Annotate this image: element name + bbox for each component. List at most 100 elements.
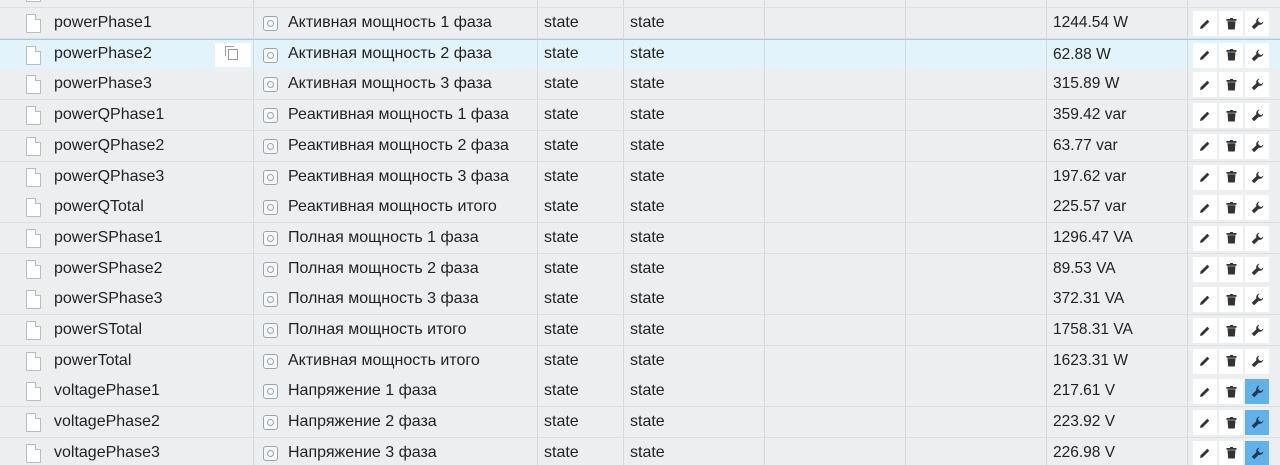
object-name: Напряжение 1 фаза <box>288 382 437 400</box>
edit-button[interactable] <box>1193 225 1217 251</box>
table-row-voltagePhase3[interactable]: voltagePhase3 Напряжение 3 фаза state st… <box>0 437 1280 465</box>
table-row-voltagePhase1[interactable]: voltagePhase1 Напряжение 1 фаза state st… <box>0 376 1280 408</box>
copy-id-button[interactable] <box>215 42 251 67</box>
type-cell: state <box>538 345 624 376</box>
delete-button[interactable] <box>1219 72 1243 98</box>
delete-button[interactable] <box>1219 195 1243 221</box>
role-cell: state <box>624 345 765 376</box>
function-cell <box>906 437 1047 465</box>
delete-button[interactable] <box>1219 318 1243 343</box>
custom-settings-button[interactable] <box>1245 287 1269 313</box>
object-name: Напряжение 2 фаза <box>288 413 437 431</box>
room-cell <box>765 345 906 376</box>
edit-button[interactable] <box>1193 440 1217 465</box>
edit-button[interactable] <box>1193 410 1217 436</box>
table-row-powerQTotal[interactable]: powerQTotal Реактивная мощность итого st… <box>0 192 1280 224</box>
object-value: 359.42 var <box>1053 106 1127 124</box>
custom-settings-button[interactable] <box>1245 440 1269 465</box>
function-cell <box>906 130 1047 161</box>
delete-button[interactable] <box>1219 11 1243 36</box>
role-cell: state <box>624 69 765 100</box>
edit-button[interactable] <box>1193 72 1217 98</box>
edit-button[interactable] <box>1193 256 1217 282</box>
name-cell: Полная мощность 2 фаза <box>254 253 538 284</box>
id-cell: powerSPhase3 <box>0 284 254 315</box>
table-row-powerSPhase2[interactable]: powerSPhase2 Полная мощность 2 фаза stat… <box>0 253 1280 285</box>
room-cell <box>765 100 906 131</box>
edit-button[interactable] <box>1193 348 1217 374</box>
table-row-powerPhase2[interactable]: powerPhase2 Активная мощность 2 фаза sta… <box>0 38 1280 70</box>
object-type: state <box>544 228 579 246</box>
table-row-powerPhase3[interactable]: powerPhase3 Активная мощность 3 фаза sta… <box>0 69 1280 101</box>
file-icon <box>26 106 41 126</box>
delete-button[interactable] <box>1219 440 1243 465</box>
table-row-powerQPhase1[interactable]: powerQPhase1 Реактивная мощность 1 фаза … <box>0 100 1280 132</box>
edit-button[interactable] <box>1193 318 1217 343</box>
edit-button[interactable] <box>1193 287 1217 313</box>
edit-button[interactable] <box>1193 11 1217 36</box>
id-cell: powerSPhase1 <box>0 222 254 253</box>
table-row-powerSPhase1[interactable]: powerSPhase1 Полная мощность 1 фаза stat… <box>0 222 1280 254</box>
custom-settings-button[interactable] <box>1245 164 1269 190</box>
object-name: Реактивная мощность 2 фаза <box>288 136 509 154</box>
table-row-partial[interactable]: powerQ... <box>0 0 1280 8</box>
delete-button[interactable] <box>1219 103 1243 129</box>
actions-cell <box>1188 438 1280 465</box>
state-icon <box>263 47 278 63</box>
object-id: powerQPhase1 <box>54 106 165 124</box>
delete-button[interactable] <box>1219 225 1243 251</box>
table-row-powerTotal[interactable]: powerTotal Активная мощность итого state… <box>0 345 1280 377</box>
delete-button[interactable] <box>1219 287 1243 313</box>
table-row-powerSPhase3[interactable]: powerSPhase3 Полная мощность 3 фаза stat… <box>0 284 1280 316</box>
custom-settings-button[interactable] <box>1245 133 1269 159</box>
table-row-powerPhase1[interactable]: powerPhase1 Активная мощность 1 фаза sta… <box>0 8 1280 39</box>
custom-settings-button[interactable] <box>1245 410 1269 436</box>
table-row-voltagePhase2[interactable]: voltagePhase2 Напряжение 2 фаза state st… <box>0 407 1280 439</box>
type-cell: state <box>538 130 624 161</box>
custom-settings-button[interactable] <box>1245 103 1269 129</box>
delete-button[interactable] <box>1219 410 1243 436</box>
object-type: state <box>544 136 579 154</box>
delete-button[interactable] <box>1219 256 1243 282</box>
role-cell: state <box>624 376 765 407</box>
delete-button[interactable] <box>1219 42 1243 68</box>
state-icon <box>263 230 278 246</box>
table-row-powerQPhase2[interactable]: powerQPhase2 Реактивная мощность 2 фаза … <box>0 130 1280 162</box>
function-cell <box>906 315 1047 345</box>
delete-button[interactable] <box>1219 348 1243 374</box>
function-cell <box>906 161 1047 192</box>
edit-button[interactable] <box>1193 42 1217 68</box>
edit-button[interactable] <box>1193 164 1217 190</box>
edit-button[interactable] <box>1193 133 1217 159</box>
object-role: state <box>630 75 665 93</box>
custom-settings-button[interactable] <box>1245 256 1269 282</box>
object-type: state <box>544 75 579 93</box>
custom-settings-button[interactable] <box>1245 11 1269 36</box>
edit-button[interactable] <box>1193 379 1217 405</box>
delete-button[interactable] <box>1219 379 1243 405</box>
trash-icon <box>1226 385 1236 398</box>
object-type: state <box>544 290 579 308</box>
table-row-powerQPhase3[interactable]: powerQPhase3 Реактивная мощность 3 фаза … <box>0 161 1280 193</box>
name-cell: Реактивная мощность итого <box>254 192 538 223</box>
type-cell <box>538 0 624 7</box>
custom-settings-button[interactable] <box>1245 195 1269 221</box>
edit-button[interactable] <box>1193 103 1217 129</box>
name-cell: Активная мощность 2 фаза <box>254 39 538 69</box>
delete-button[interactable] <box>1219 164 1243 190</box>
table-row-powerSTotal[interactable]: powerSTotal Полная мощность итого state … <box>0 315 1280 346</box>
custom-settings-button[interactable] <box>1245 42 1269 68</box>
custom-settings-button[interactable] <box>1245 72 1269 98</box>
custom-settings-button[interactable] <box>1245 225 1269 251</box>
custom-settings-button[interactable] <box>1245 348 1269 374</box>
pencil-icon <box>1200 141 1210 152</box>
object-role: state <box>630 413 665 431</box>
id-cell: powerQPhase2 <box>0 130 254 161</box>
custom-settings-button[interactable] <box>1245 318 1269 343</box>
custom-settings-button[interactable] <box>1245 379 1269 405</box>
edit-button[interactable] <box>1193 195 1217 221</box>
object-type: state <box>544 198 579 216</box>
object-role: state <box>630 198 665 216</box>
delete-button[interactable] <box>1219 133 1243 159</box>
value-cell: 63.77 var <box>1047 130 1188 161</box>
